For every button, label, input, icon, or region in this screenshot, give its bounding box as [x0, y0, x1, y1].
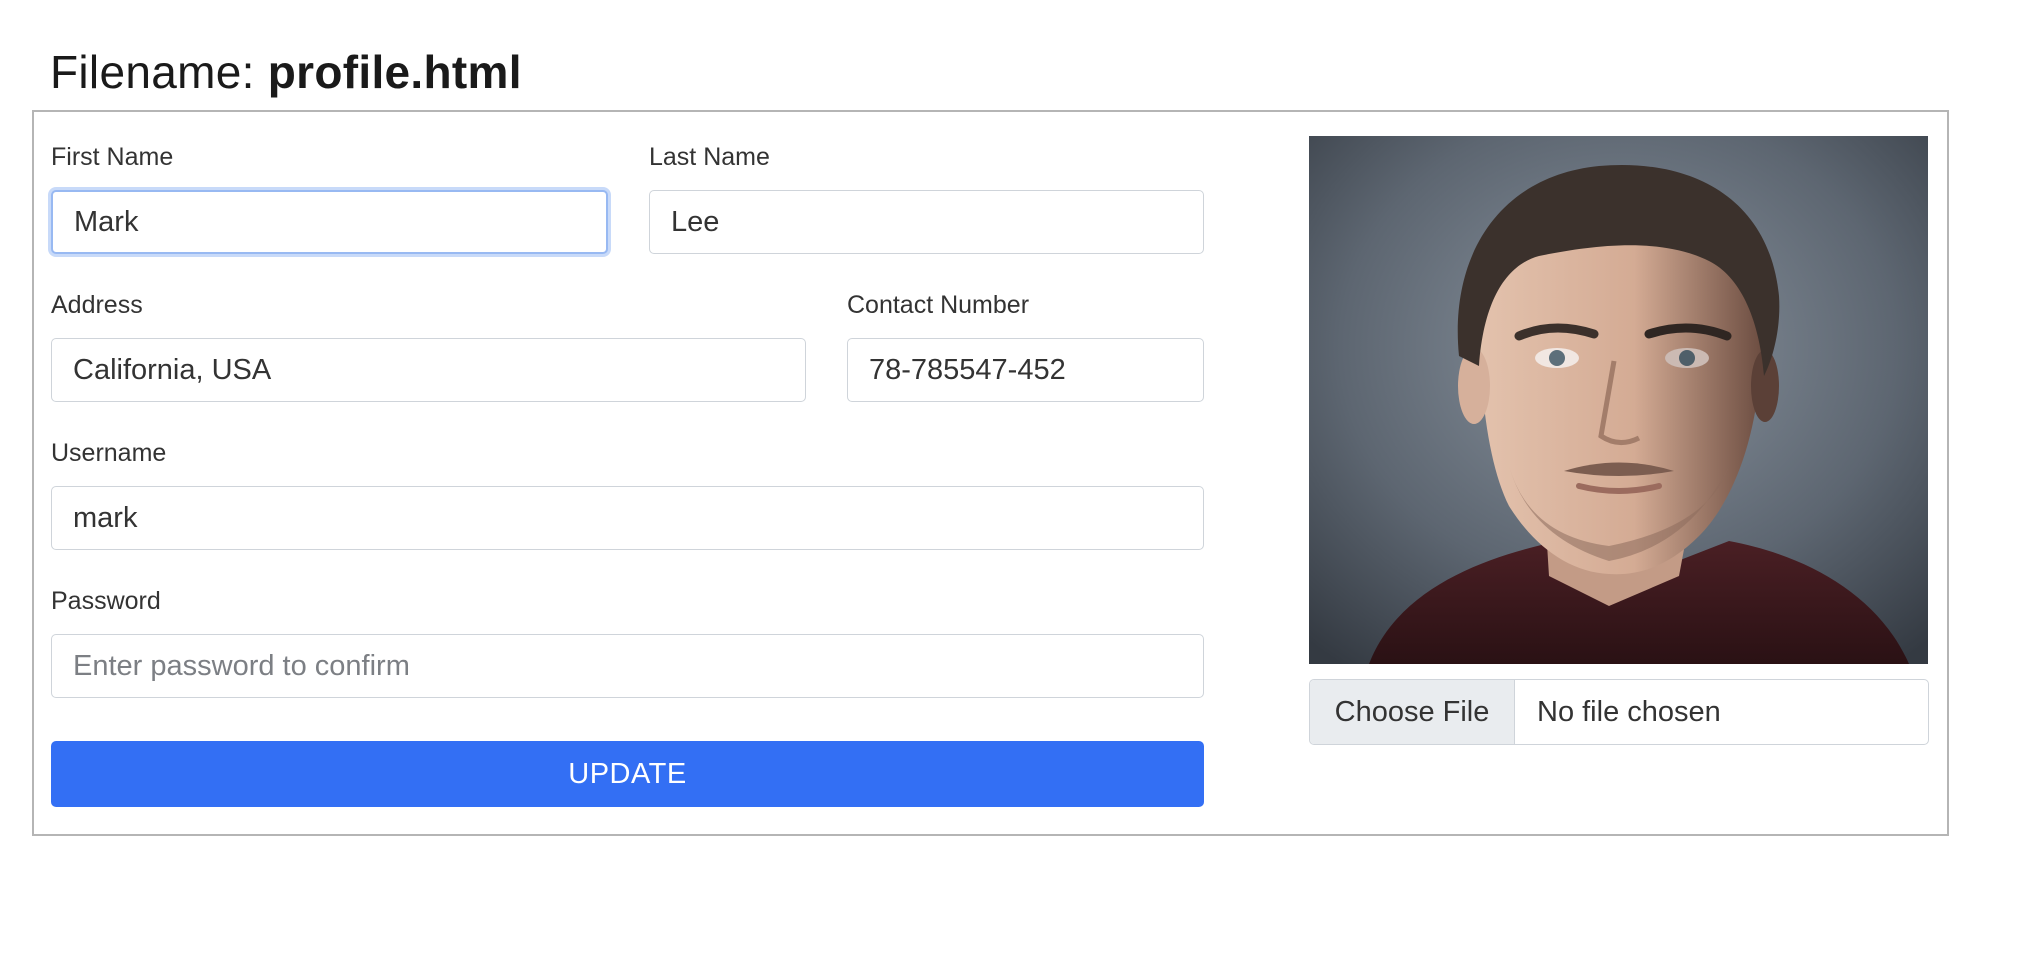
choose-file-button[interactable]: Choose File	[1310, 680, 1515, 744]
username-value: mark	[73, 501, 138, 534]
last-name-value: Lee	[671, 205, 720, 238]
contact-number-label: Contact Number	[847, 291, 1030, 319]
last-name-label: Last Name	[649, 143, 770, 171]
password-label: Password	[51, 587, 161, 615]
password-placeholder: Enter password to confirm	[73, 649, 410, 682]
first-name-value: Mark	[74, 205, 139, 238]
file-input[interactable]: Choose File No file chosen	[1309, 679, 1929, 745]
password-input[interactable]: Enter password to confirm	[51, 634, 1204, 698]
filename-prefix: Filename:	[50, 46, 268, 98]
address-value: California, USA	[73, 353, 272, 386]
first-name-input[interactable]: Mark	[51, 190, 608, 254]
profile-photo	[1309, 136, 1928, 664]
address-input[interactable]: California, USA	[51, 338, 806, 402]
username-label: Username	[51, 439, 167, 467]
last-name-input[interactable]: Lee	[649, 190, 1204, 254]
filename: profile.html	[267, 46, 522, 98]
first-name-label: First Name	[51, 143, 174, 171]
username-input[interactable]: mark	[51, 486, 1204, 550]
profile-photo-illustration	[1309, 136, 1928, 664]
address-label: Address	[51, 291, 143, 319]
page-title: Filename: profile.html	[50, 42, 522, 102]
contact-number-input[interactable]: 78-785547-452	[847, 338, 1204, 402]
update-button[interactable]: UPDATE	[51, 741, 1204, 807]
file-status: No file chosen	[1537, 695, 1721, 728]
contact-number-value: 78-785547-452	[869, 353, 1066, 386]
